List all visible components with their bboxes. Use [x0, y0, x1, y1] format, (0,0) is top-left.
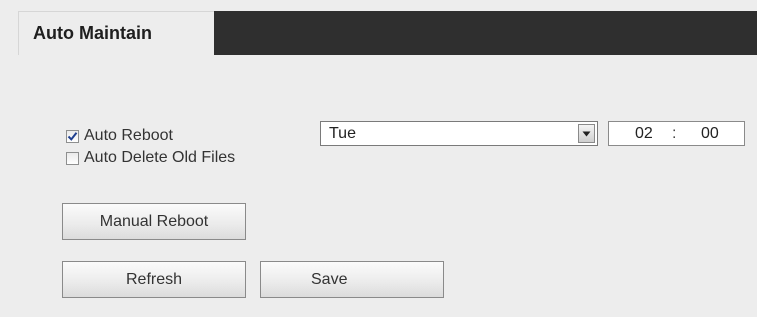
manual-reboot-button[interactable]: Manual Reboot [62, 203, 246, 240]
check-mark-icon [67, 131, 78, 141]
reboot-time-field[interactable]: 02 : 00 [608, 121, 745, 146]
auto-delete-checkbox-row[interactable]: Auto Delete Old Files [66, 149, 235, 167]
reboot-hour-input[interactable]: 02 [635, 125, 653, 143]
auto-reboot-checkbox[interactable] [66, 129, 79, 143]
tab-auto-maintain[interactable]: Auto Maintain [18, 11, 214, 55]
chevron-down-icon [582, 131, 591, 136]
reboot-day-select[interactable]: Tue [320, 121, 598, 146]
select-arrow-button[interactable] [578, 124, 595, 143]
page-title: Auto Maintain [33, 23, 152, 43]
auto-reboot-label: Auto Reboot [84, 127, 173, 144]
auto-reboot-checkbox-row[interactable]: Auto Reboot [66, 127, 173, 145]
reboot-minute-input[interactable]: 00 [701, 125, 719, 143]
auto-delete-label: Auto Delete Old Files [84, 149, 236, 166]
time-separator: : [672, 125, 677, 142]
reboot-day-value: Tue [329, 125, 356, 142]
auto-delete-checkbox[interactable] [66, 151, 79, 165]
save-button[interactable]: Save [260, 261, 444, 298]
refresh-button[interactable]: Refresh [62, 261, 246, 298]
